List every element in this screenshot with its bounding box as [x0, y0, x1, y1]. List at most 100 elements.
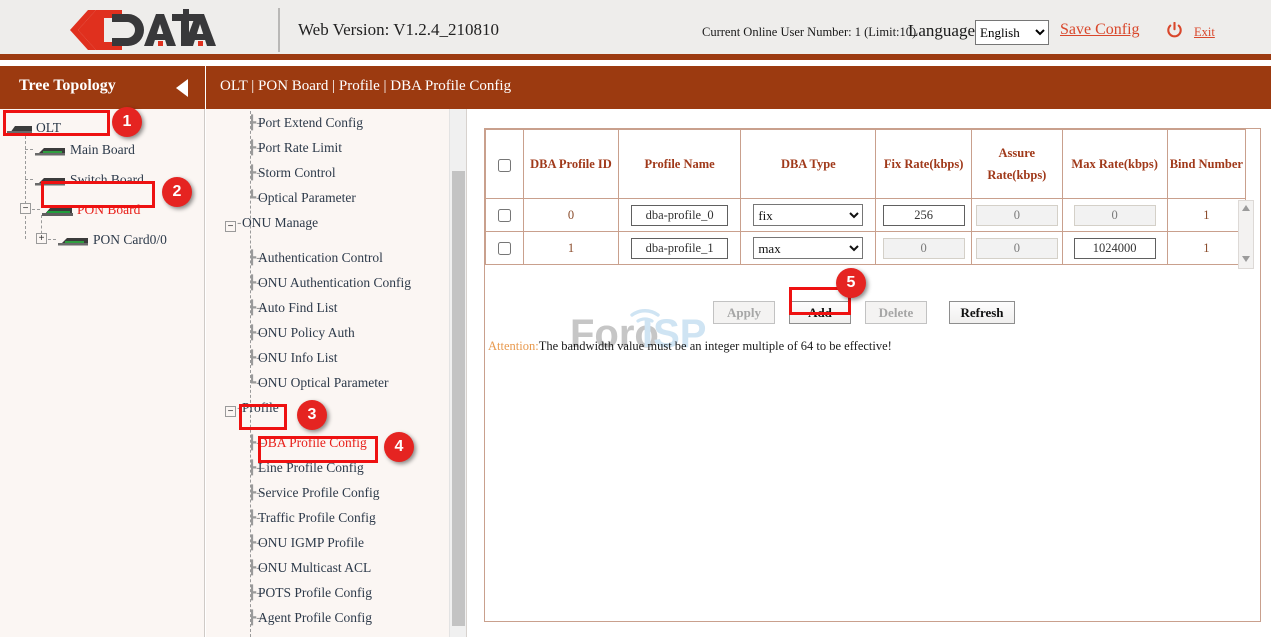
- app-header: Web Version: V1.2.4_210810 Current Onlin…: [0, 0, 1271, 60]
- select-all-header: [486, 130, 524, 199]
- tree-node-label: PON Card0/0: [93, 232, 167, 247]
- dba-profile-table-wrap: DBA Profile ID Profile Name DBA Type Fix…: [485, 129, 1246, 265]
- tree-node-main-board[interactable]: Main Board: [34, 142, 135, 161]
- menu-item-authentication-control[interactable]: Authentication Control: [258, 250, 383, 266]
- col-profile-name: Profile Name: [618, 130, 741, 199]
- tree-node-label: Main Board: [70, 142, 135, 157]
- tree-node-pon-card[interactable]: PON Card0/0: [57, 232, 167, 251]
- max-rate-input[interactable]: [1074, 238, 1156, 259]
- tree-topology-header: Tree Topology: [0, 66, 205, 109]
- row-checkbox[interactable]: [498, 209, 511, 222]
- apply-button[interactable]: Apply: [713, 301, 775, 324]
- tree-connector: [25, 179, 33, 180]
- menu-item-line-profile-config[interactable]: Line Profile Config: [258, 460, 364, 476]
- menu-connector: [250, 106, 251, 637]
- menu-group-profile[interactable]: Profile: [242, 400, 279, 416]
- attention-text: The bandwidth value must be an integer m…: [539, 339, 892, 353]
- tree-node-switch-board[interactable]: Switch Board: [34, 172, 144, 191]
- table-header-row: DBA Profile ID Profile Name DBA Type Fix…: [486, 130, 1246, 199]
- tree-node-label: Switch Board: [70, 172, 144, 187]
- tree-node-label: PON Board: [77, 202, 140, 217]
- menu-scrollbar[interactable]: [449, 66, 466, 637]
- menu-item-service-profile-config[interactable]: Service Profile Config: [258, 485, 379, 501]
- menu-item-storm-control[interactable]: Storm Control: [258, 165, 336, 181]
- profile-name-input[interactable]: [631, 238, 728, 259]
- collapse-left-arrow-icon[interactable]: [176, 79, 188, 97]
- menu-item-dba-profile-config[interactable]: DBA Profile Config: [258, 435, 367, 451]
- menu-item-onu-info-list[interactable]: ONU Info List: [258, 350, 338, 366]
- cell-assure-rate: [972, 199, 1063, 232]
- menu-group-onu-manage[interactable]: ONU Manage: [242, 215, 318, 231]
- dba-profile-panel: DBA Profile ID Profile Name DBA Type Fix…: [484, 128, 1261, 622]
- assure-rate-input: [976, 205, 1058, 226]
- tree-connector: [32, 209, 40, 210]
- tree-connector: [25, 149, 33, 150]
- col-max-rate: Max Rate(kbps): [1062, 130, 1167, 199]
- expander-profile[interactable]: −: [225, 406, 236, 417]
- device-icon: [57, 235, 91, 251]
- table-row: 0 fix: [486, 199, 1246, 232]
- cell-dba-type: fix: [741, 199, 876, 232]
- menu-item-port-extend-config[interactable]: Port Extend Config: [258, 115, 363, 131]
- profile-name-input[interactable]: [631, 205, 728, 226]
- scroll-up-arrow-icon[interactable]: [1242, 205, 1250, 211]
- device-icon: [34, 175, 68, 191]
- side-menu-panel: Port Config ┣-- Port Extend Config ┣-- P…: [206, 66, 471, 637]
- menu-item-auto-find-list[interactable]: Auto Find List: [258, 300, 338, 316]
- row-select-cell: [486, 232, 524, 265]
- menu-dash: -: [237, 400, 242, 415]
- col-assure-rate: Assure Rate(kbps): [972, 130, 1063, 199]
- dba-type-select[interactable]: fix: [753, 204, 863, 226]
- save-config-link[interactable]: Save Config: [1060, 21, 1140, 39]
- select-all-checkbox[interactable]: [498, 159, 511, 172]
- delete-button[interactable]: Delete: [865, 301, 927, 324]
- menu-item-onu-optical-parameter[interactable]: ONU Optical Parameter: [258, 375, 388, 391]
- menu-item-agent-profile-config[interactable]: Agent Profile Config: [258, 610, 372, 626]
- menu-item-port-rate-limit[interactable]: Port Rate Limit: [258, 140, 342, 156]
- language-select[interactable]: English: [975, 20, 1049, 45]
- device-icon: [6, 123, 34, 139]
- add-button[interactable]: Add: [789, 301, 851, 324]
- cell-max-rate: [1062, 232, 1167, 265]
- col-dba-profile-id: DBA Profile ID: [524, 130, 619, 199]
- menu-item-traffic-profile-config[interactable]: Traffic Profile Config: [258, 510, 376, 526]
- dba-type-select[interactable]: max: [753, 237, 863, 259]
- cell-dba-profile-id: 1: [524, 232, 619, 265]
- menu-item-onu-authentication-config[interactable]: ONU Authentication Config: [258, 275, 411, 291]
- col-fix-rate: Fix Rate(kbps): [876, 130, 972, 199]
- menu-item-onu-igmp-profile[interactable]: ONU IGMP Profile: [258, 535, 364, 551]
- menu-item-onu-multicast-acl[interactable]: ONU Multicast ACL: [258, 560, 371, 576]
- cell-fix-rate: [876, 232, 972, 265]
- max-rate-input: [1074, 205, 1156, 226]
- row-checkbox[interactable]: [498, 242, 511, 255]
- fix-rate-input[interactable]: [883, 205, 965, 226]
- breadcrumb-bar: OLT | PON Board | Profile | DBA Profile …: [206, 66, 1271, 109]
- scroll-down-arrow-icon[interactable]: [1242, 256, 1250, 262]
- table-scrollbar[interactable]: [1238, 200, 1254, 269]
- breadcrumb: OLT | PON Board | Profile | DBA Profile …: [220, 78, 511, 95]
- expander-onu-manage[interactable]: −: [225, 221, 236, 232]
- language-label: Language: [908, 21, 975, 41]
- menu-item-optical-parameter[interactable]: Optical Parameter: [258, 190, 356, 206]
- expander-pon-card[interactable]: +: [36, 233, 47, 244]
- tree-node-olt[interactable]: OLT: [6, 120, 61, 139]
- refresh-button[interactable]: Refresh: [949, 301, 1015, 324]
- tree-topology-body: OLT Main Board Switch Board: [0, 109, 204, 637]
- menu-item-pots-profile-config[interactable]: POTS Profile Config: [258, 585, 372, 601]
- cell-bind-number: 1: [1167, 199, 1245, 232]
- attention-label: Attention:: [488, 339, 539, 353]
- cell-dba-profile-id: 0: [524, 199, 619, 232]
- col-assure-rate-line1: Assure: [999, 146, 1036, 160]
- content-area: DBA Profile ID Profile Name DBA Type Fix…: [467, 109, 1271, 637]
- col-bind-number: Bind Number: [1167, 130, 1245, 199]
- tree-node-label: OLT: [36, 120, 61, 135]
- cell-profile-name: [618, 232, 741, 265]
- exit-link[interactable]: Exit: [1194, 25, 1215, 40]
- row-select-cell: [486, 199, 524, 232]
- cell-bind-number: 1: [1167, 232, 1245, 265]
- menu-scrollbar-thumb[interactable]: [452, 171, 465, 626]
- expander-pon-board[interactable]: −: [20, 203, 31, 214]
- power-icon[interactable]: [1166, 22, 1183, 39]
- menu-item-onu-policy-auth[interactable]: ONU Policy Auth: [258, 325, 355, 341]
- tree-node-pon-board[interactable]: PON Board: [41, 202, 140, 221]
